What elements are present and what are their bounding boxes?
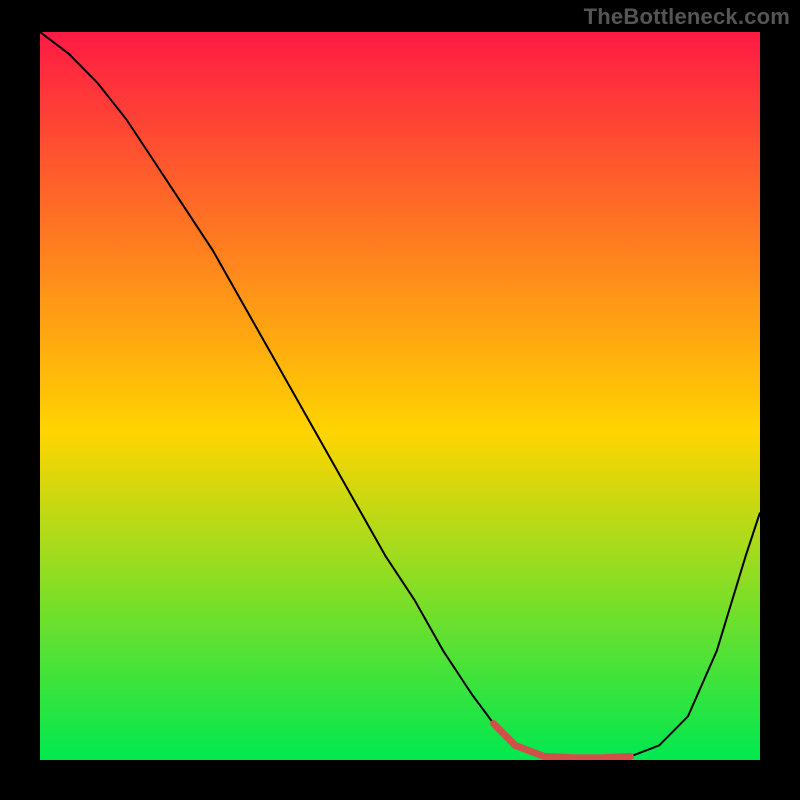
watermark-text: TheBottleneck.com [584,4,790,30]
chart-frame: TheBottleneck.com [0,0,800,800]
plot-area [40,32,760,760]
gradient-background [40,32,760,760]
bottleneck-chart [40,32,760,760]
